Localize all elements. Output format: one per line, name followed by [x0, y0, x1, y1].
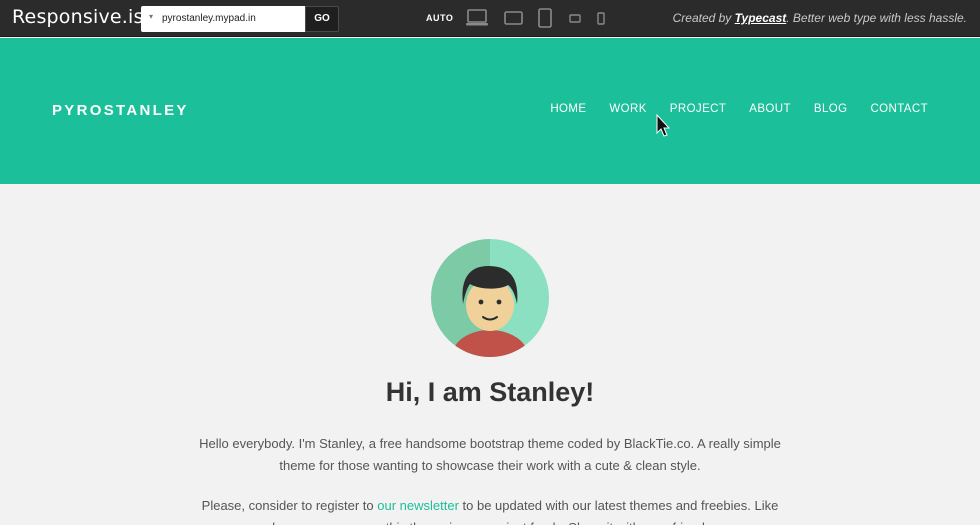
- site-logo[interactable]: PYROSTANLEY: [52, 102, 189, 119]
- responsive-toolbar: Responsive.is/ ▾ pyrostanley.mypad.in GO…: [0, 0, 980, 37]
- dropdown-caret-icon[interactable]: ▾: [149, 12, 153, 21]
- credit-prefix: Created by: [672, 11, 735, 25]
- nav-item-project[interactable]: PROJECT: [670, 103, 726, 115]
- hero-title: Hi, I am Stanley!: [385, 377, 595, 407]
- newsletter-paragraph: Please, consider to register to our news…: [190, 495, 790, 525]
- typecast-credit: Created by Typecast. Better web type wit…: [673, 11, 967, 25]
- newsletter-link[interactable]: our newsletter: [377, 498, 459, 513]
- site-header: PYROSTANLEY HOME WORK PROJECT ABOUT BLOG…: [0, 38, 980, 184]
- phone-portrait-icon[interactable]: [597, 12, 605, 25]
- url-value[interactable]: pyrostanley.mypad.in: [162, 13, 256, 24]
- responsive-brand[interactable]: Responsive.is/: [12, 6, 150, 28]
- register-prefix: Please, consider to register to: [201, 498, 378, 513]
- phone-landscape-icon[interactable]: [569, 14, 581, 23]
- nav-item-contact[interactable]: CONTACT: [870, 103, 928, 115]
- url-input[interactable]: ▾ pyrostanley.mypad.in: [141, 6, 305, 32]
- nav-item-blog[interactable]: BLOG: [814, 103, 848, 115]
- mouse-cursor-icon: [656, 113, 671, 143]
- laptop-icon[interactable]: [504, 11, 523, 25]
- tablet-portrait-icon[interactable]: [538, 8, 552, 28]
- typecast-link[interactable]: Typecast: [735, 11, 787, 25]
- avatar: [430, 238, 550, 358]
- intro-paragraph: Hello everybody. I'm Stanley, a free han…: [199, 436, 781, 473]
- main-nav: HOME WORK PROJECT ABOUT BLOG CONTACT: [550, 103, 928, 115]
- go-button[interactable]: GO: [305, 6, 339, 32]
- auto-size-button[interactable]: AUTO: [426, 13, 453, 23]
- nav-item-about[interactable]: ABOUT: [749, 103, 791, 115]
- credit-suffix: . Better web type with less hassle.: [786, 11, 967, 25]
- desktop-icon[interactable]: [466, 9, 488, 27]
- nav-item-work[interactable]: WORK: [609, 103, 646, 115]
- nav-item-home[interactable]: HOME: [550, 103, 586, 115]
